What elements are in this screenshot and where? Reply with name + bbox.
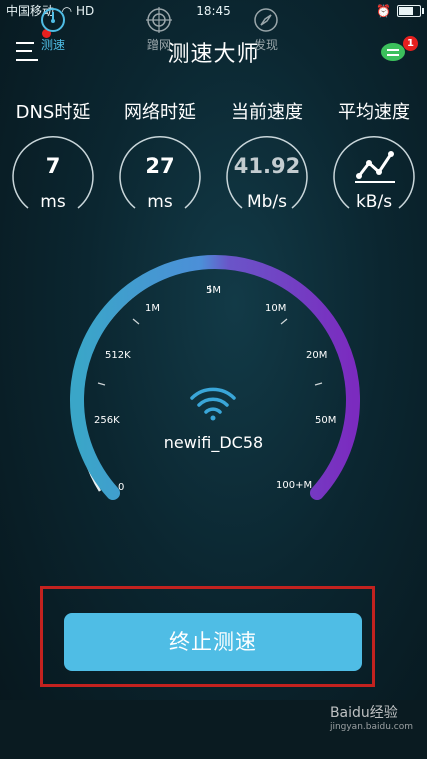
nav-item-speedtest[interactable]: 测速 (23, 6, 83, 53)
nav-item-wifi-share[interactable]: 蹭网 (129, 6, 189, 53)
wifi-name: newifi_DC58 (163, 433, 264, 452)
message-count-badge: 1 (403, 36, 418, 51)
compass-icon (254, 8, 278, 32)
battery-icon (397, 5, 424, 17)
metric-network-latency: 网络时延 27 ms (110, 100, 210, 220)
watermark-text: Baidu经验 (329, 705, 398, 721)
gauge-tick-label: 512K (105, 350, 131, 361)
metric-label: 网络时延 (124, 102, 196, 123)
metric-label: 平均速度 (338, 102, 410, 123)
metric-unit: kB/s (355, 192, 393, 212)
gauge-tick-label: 256K (94, 415, 120, 426)
status-icons: ⏰ (376, 0, 424, 22)
watermark-sub: jingyan.baidu.com (329, 722, 413, 732)
nav-label: 蹭网 (146, 38, 171, 52)
gauge-tick-label: 20M (306, 350, 328, 361)
metric-label: DNS时延 (15, 102, 91, 123)
nav-label: 测速 (40, 38, 65, 52)
metric-current-speed: 当前速度 41.92 Mb/s (217, 100, 317, 220)
metric-ring: 7 ms (8, 130, 98, 220)
chat-bubble-icon (381, 43, 405, 61)
watermark: Baidu经验 jingyan.baidu.com (330, 702, 413, 732)
gauge-tick-label: 5M (206, 285, 221, 296)
metric-dns-latency: DNS时延 7 ms (3, 100, 103, 220)
metric-value: 41.92 (233, 154, 301, 178)
nav-item-discover[interactable]: 发现 (236, 6, 296, 53)
metric-ring: 27 ms (115, 130, 205, 220)
metric-ring: 41.92 Mb/s (222, 130, 312, 220)
metric-value: 7 (45, 154, 61, 178)
metric-label: 当前速度 (231, 102, 303, 123)
wifi-icon (190, 387, 236, 421)
gauge-tick-label: 100+M (276, 480, 313, 491)
stop-test-button[interactable]: 终止测速 (64, 613, 362, 671)
metric-ring: kB/s (329, 130, 419, 220)
metric-unit: Mb/s (246, 192, 288, 212)
gauge-tick-label: 10M (265, 303, 287, 314)
alarm-icon: ⏰ (376, 4, 391, 18)
gauge-tick-label: 50M (315, 415, 337, 426)
message-button[interactable]: 1 (381, 36, 418, 62)
gauge-tick-label: 0 (118, 482, 125, 493)
speedometer-icon (41, 8, 65, 32)
metric-average-speed: 平均速度 kB/s (324, 100, 424, 220)
target-icon (146, 7, 172, 33)
metric-unit: ms (40, 192, 66, 212)
nav-label: 发现 (253, 38, 278, 52)
gauge-tick-label: 1M (145, 303, 160, 314)
metric-value: 27 (145, 154, 175, 178)
metric-unit: ms (147, 192, 173, 212)
